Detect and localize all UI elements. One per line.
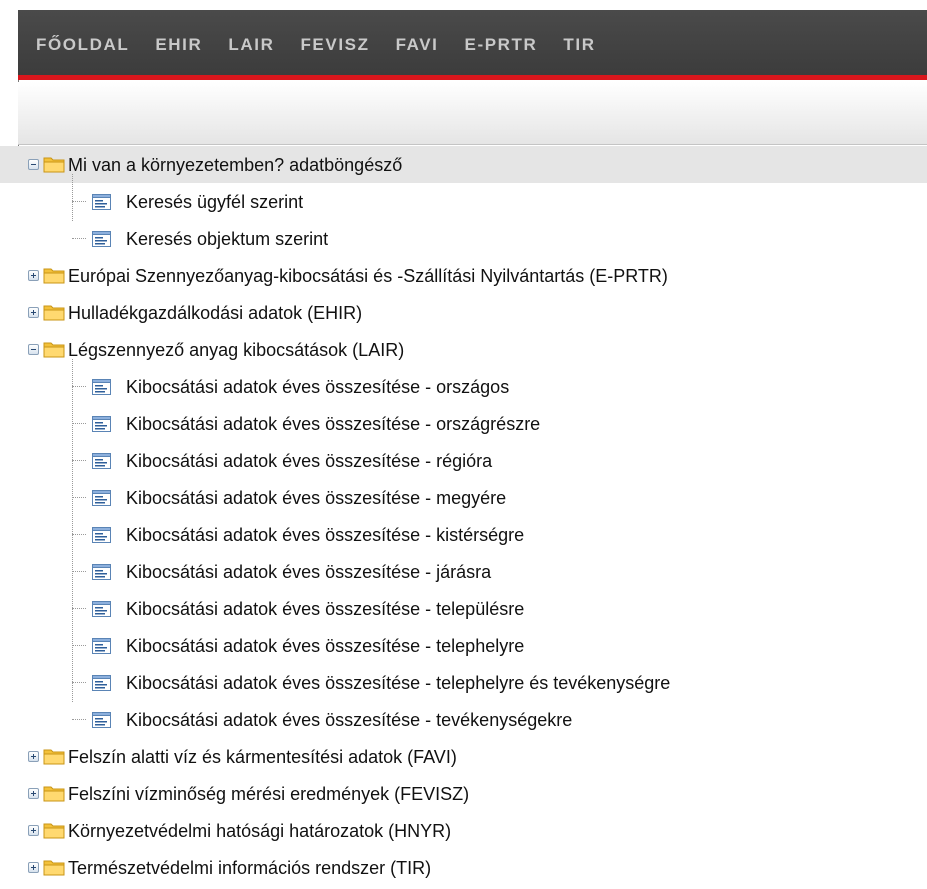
tree-leaf-label: Kibocsátási adatok éves összesítése - ré… (126, 450, 493, 471)
tree-leaf-item[interactable]: Kibocsátási adatok éves összesítése - me… (0, 479, 927, 516)
document-icon (92, 194, 111, 210)
tree-leaf-item[interactable]: Kibocsátási adatok éves összesítése - te… (0, 664, 927, 701)
tree-group-label: Európai Szennyezőanyag-kibocsátási és -S… (68, 265, 668, 286)
document-icon (92, 638, 111, 654)
tree-connector (72, 201, 86, 202)
tree-leaf-label: Kibocsátási adatok éves összesítése - or… (126, 413, 541, 434)
folder-icon (43, 747, 65, 765)
tree-leaf-item[interactable]: Keresés objektum szerint (0, 220, 927, 257)
folder-icon (43, 155, 65, 173)
tree-connector (72, 534, 86, 535)
folder-icon (43, 858, 65, 876)
document-icon (92, 564, 111, 580)
tree-leaf-label: Kibocsátási adatok éves összesítése - te… (126, 635, 525, 656)
tree-leaf-item[interactable]: Kibocsátási adatok éves összesítése - te… (0, 701, 927, 738)
document-icon (92, 601, 111, 617)
document-icon (92, 379, 111, 395)
tree-connector (72, 608, 86, 609)
tree-connector (72, 497, 86, 498)
tree-leaf-item[interactable]: Kibocsátási adatok éves összesítése - ré… (0, 442, 927, 479)
tree-leaf-label: Keresés ügyfél szerint (126, 191, 304, 212)
tree-group[interactable]: Légszennyező anyag kibocsátások (LAIR) (0, 331, 927, 368)
tree-group-label: Felszíni vízminőség mérési eredmények (F… (68, 783, 470, 804)
tree-group-label: Környezetvédelmi hatósági határozatok (H… (68, 820, 452, 841)
document-icon (92, 231, 111, 247)
top-navigation-bar: FŐOLDAL EHIR LAIR FEVISZ FAVI E-PRTR TIR (18, 10, 927, 82)
nav-item-tir[interactable]: TIR (563, 33, 595, 57)
plus-icon[interactable] (28, 270, 39, 281)
main-menu: FŐOLDAL EHIR LAIR FEVISZ FAVI E-PRTR TIR (36, 33, 622, 57)
tree-leaf-label: Kibocsátási adatok éves összesítése - já… (126, 561, 492, 582)
nav-item-f-oldal[interactable]: FŐOLDAL (36, 33, 129, 57)
folder-icon (43, 340, 65, 358)
minus-icon[interactable] (28, 344, 39, 355)
nav-item-favi[interactable]: FAVI (396, 33, 439, 57)
tree-connector (72, 238, 86, 239)
tree-leaf-label: Kibocsátási adatok éves összesítése - ki… (126, 524, 525, 545)
tree-connector (72, 571, 86, 572)
nav-item-lair[interactable]: LAIR (228, 33, 274, 57)
tree-leaf-label: Kibocsátási adatok éves összesítése - me… (126, 487, 507, 508)
plus-icon[interactable] (28, 825, 39, 836)
tree-leaf-label: Kibocsátási adatok éves összesítése - or… (126, 376, 510, 397)
app-window: FŐOLDAL EHIR LAIR FEVISZ FAVI E-PRTR TIR Mi va… (0, 0, 927, 889)
plus-icon[interactable] (28, 751, 39, 762)
tree-group[interactable]: Környezetvédelmi hatósági határozatok (H… (0, 812, 927, 849)
tree-leaf-label: Keresés objektum szerint (126, 228, 329, 249)
tree-leaf-item[interactable]: Kibocsátási adatok éves összesítése - te… (0, 590, 927, 627)
document-icon (92, 712, 111, 728)
document-icon (92, 490, 111, 506)
plus-icon[interactable] (28, 862, 39, 873)
tree-group[interactable]: Hulladékgazdálkodási adatok (EHIR) (0, 294, 927, 331)
document-icon (92, 453, 111, 469)
tree-group-label: Felszín alatti víz és kármentesítési ada… (68, 746, 457, 767)
tree-leaf-item[interactable]: Kibocsátási adatok éves összesítése - te… (0, 627, 927, 664)
accent-divider (18, 75, 927, 82)
tree-leaf-item[interactable]: Kibocsátási adatok éves összesítése - or… (0, 405, 927, 442)
nav-item-ehir[interactable]: EHIR (155, 33, 202, 57)
tree-connector (72, 460, 86, 461)
tree-group-label: Mi van a környezetemben? adatböngésző (68, 154, 403, 175)
folder-icon (43, 266, 65, 284)
tree-leaf-label: Kibocsátási adatok éves összesítése - te… (126, 598, 525, 619)
tree-group[interactable]: Felszín alatti víz és kármentesítési ada… (0, 738, 927, 775)
plus-icon[interactable] (28, 307, 39, 318)
nav-item-fevisz[interactable]: FEVISZ (300, 33, 369, 57)
document-icon (92, 527, 111, 543)
tree-leaf-label: Kibocsátási adatok éves összesítése - te… (126, 709, 573, 730)
tree-group-label: Légszennyező anyag kibocsátások (LAIR) (68, 339, 405, 360)
nav-item-e-prtr[interactable]: E-PRTR (465, 33, 538, 57)
tree-connector (72, 423, 86, 424)
tree-connector (72, 645, 86, 646)
tree-group-label: Természetvédelmi információs rendszer (T… (68, 857, 432, 878)
tree-group[interactable]: Mi van a környezetemben? adatböngésző (0, 146, 927, 183)
tree-connector (72, 719, 86, 720)
folder-icon (43, 784, 65, 802)
tree-leaf-item[interactable]: Kibocsátási adatok éves összesítése - or… (0, 368, 927, 405)
tree-connector (72, 682, 86, 683)
tree-leaf-item[interactable]: Kibocsátási adatok éves összesítése - já… (0, 553, 927, 590)
tree-connector (72, 386, 86, 387)
toolbar-strip (18, 82, 927, 145)
tree-leaf-label: Kibocsátási adatok éves összesítése - te… (126, 672, 671, 693)
tree-group-label: Hulladékgazdálkodási adatok (EHIR) (68, 302, 363, 323)
tree-group[interactable]: Felszíni vízminőség mérési eredmények (F… (0, 775, 927, 812)
minus-icon[interactable] (28, 159, 39, 170)
folder-icon (43, 821, 65, 839)
tree-leaf-item[interactable]: Keresés ügyfél szerint (0, 183, 927, 220)
folder-icon (43, 303, 65, 321)
document-icon (92, 675, 111, 691)
tree-leaf-item[interactable]: Kibocsátási adatok éves összesítése - ki… (0, 516, 927, 553)
document-icon (92, 416, 111, 432)
tree-group[interactable]: Európai Szennyezőanyag-kibocsátási és -S… (0, 257, 927, 294)
tree-group[interactable]: Természetvédelmi információs rendszer (T… (0, 849, 927, 886)
plus-icon[interactable] (28, 788, 39, 799)
